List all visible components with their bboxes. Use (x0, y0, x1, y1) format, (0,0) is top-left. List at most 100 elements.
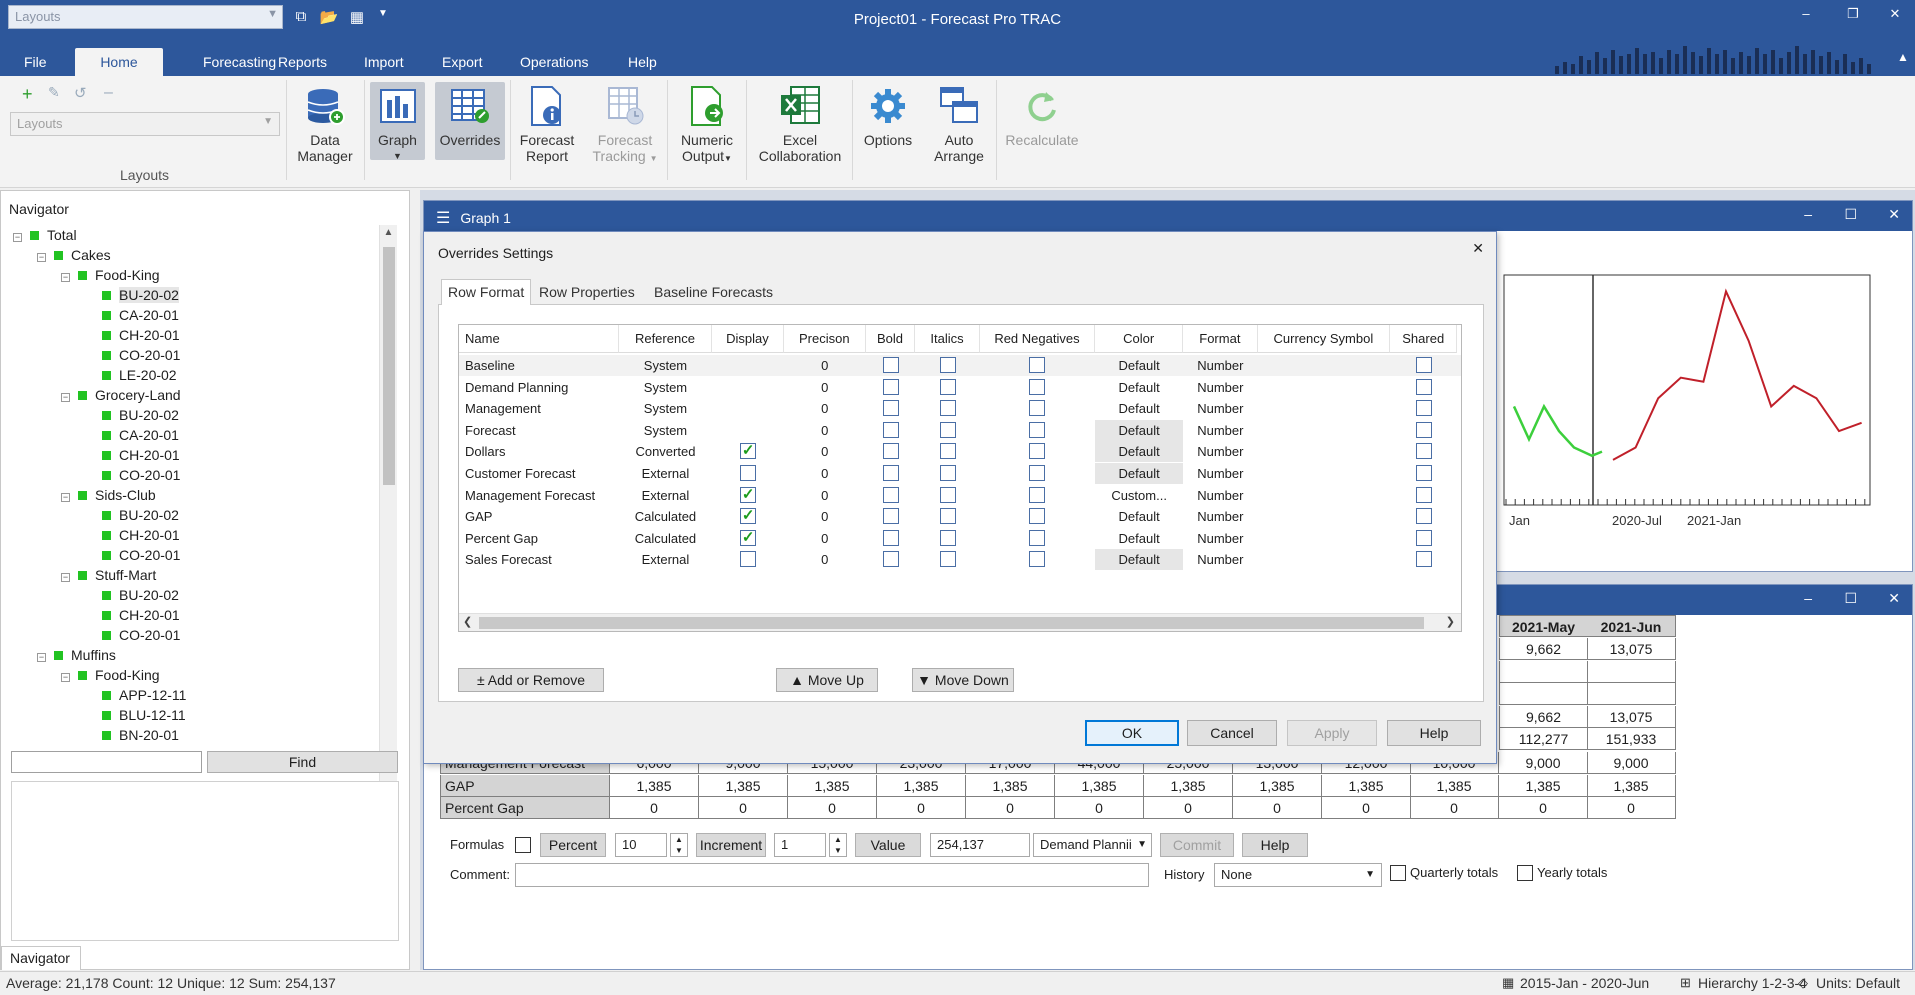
excel-collaboration-button[interactable]: Excel Collaboration (750, 82, 850, 164)
tab-import[interactable]: Import (354, 48, 414, 76)
italics-checkbox[interactable] (939, 508, 956, 525)
grid-row[interactable]: Baseline System 0 Default Number (459, 355, 1461, 376)
grid-row[interactable]: Percent Gap Calculated 0 Default Number (459, 528, 1461, 549)
close-icon[interactable]: ✕ (1888, 590, 1900, 607)
row-dropdown[interactable]: Demand Plannii ▼ (1033, 833, 1152, 857)
tree-node[interactable]: LE-20-02 (85, 365, 177, 385)
red-negatives-checkbox[interactable] (1029, 508, 1046, 525)
shared-checkbox[interactable] (1415, 421, 1432, 438)
recalculate-button[interactable]: Recalculate (1000, 82, 1084, 148)
collapse-icon[interactable]: − (61, 393, 70, 402)
display-checkbox[interactable] (739, 441, 756, 460)
grid-header-display[interactable]: Display (711, 325, 784, 353)
find-button[interactable]: Find (207, 751, 398, 773)
italics-checkbox[interactable] (939, 443, 956, 460)
italics-checkbox[interactable] (939, 529, 956, 546)
tree-node[interactable]: BU-20-02 (85, 505, 179, 525)
shared-checkbox[interactable] (1415, 508, 1432, 525)
bold-checkbox[interactable] (882, 357, 899, 373)
red-negatives-checkbox[interactable] (1029, 357, 1046, 373)
bold-checkbox[interactable] (882, 551, 899, 568)
grid-hscrollbar[interactable]: ❮ ❯ (459, 613, 1461, 631)
bold-checkbox[interactable] (882, 443, 899, 460)
numeric-output-button[interactable]: Numeric Output▼ (672, 82, 742, 167)
bold-checkbox[interactable] (882, 508, 899, 525)
tree-node[interactable]: BU-20-02 (85, 405, 179, 425)
spin-up-icon[interactable]: ▲ (671, 834, 687, 845)
display-checkbox[interactable] (739, 485, 756, 503)
value-input[interactable]: 254,137 (930, 833, 1030, 857)
shared-checkbox[interactable] (1415, 400, 1432, 417)
grid-row[interactable]: Customer Forecast External 0 Default Number (459, 463, 1461, 484)
collapse-ribbon-icon[interactable]: ▲ (1897, 50, 1909, 64)
increment-spinner[interactable]: ▲ ▼ (829, 833, 847, 857)
collapse-icon[interactable]: − (61, 273, 70, 282)
red-negatives-checkbox[interactable] (1029, 421, 1046, 438)
grid-header-precision[interactable]: Precison (783, 325, 866, 353)
add-layout-icon[interactable]: + (22, 84, 33, 105)
grid-header-currency-symbol[interactable]: Currency Symbol (1257, 325, 1391, 353)
italics-checkbox[interactable] (939, 400, 956, 417)
commit-button[interactable]: Commit (1160, 833, 1234, 857)
tab-file[interactable]: File (14, 48, 57, 76)
grid-header-name[interactable]: Name (459, 325, 619, 353)
tree-node[interactable]: CH-20-01 (85, 525, 180, 545)
close-icon[interactable]: ✕ (1888, 206, 1900, 223)
options-button[interactable]: Options (856, 82, 920, 148)
grid-row[interactable]: Management Forecast External 0 Custom... Num… (459, 485, 1461, 506)
red-negatives-checkbox[interactable] (1029, 551, 1046, 568)
edit-layout-icon[interactable]: ✎ (48, 84, 60, 101)
tab-reports[interactable]: Reports (268, 48, 337, 76)
scrollbar-thumb[interactable] (383, 247, 395, 485)
shared-checkbox[interactable] (1415, 357, 1432, 373)
collapse-icon[interactable]: − (61, 673, 70, 682)
percent-spinner[interactable]: ▲ ▼ (670, 833, 688, 857)
red-negatives-checkbox[interactable] (1029, 465, 1046, 481)
spin-down-icon[interactable]: ▼ (830, 845, 846, 856)
italics-checkbox[interactable] (939, 465, 956, 481)
minimize-icon[interactable]: – (1791, 6, 1821, 26)
red-negatives-checkbox[interactable] (1029, 486, 1046, 503)
tree-node[interactable]: APP-12-11 (85, 685, 186, 705)
red-negatives-checkbox[interactable] (1029, 378, 1046, 395)
ok-button[interactable]: OK (1085, 720, 1179, 746)
grid-row[interactable]: Demand Planning System 0 Default Number (459, 377, 1461, 398)
tree-node[interactable]: − Food-King (61, 665, 160, 685)
tab-baseline-forecasts[interactable]: Baseline Forecasts (648, 280, 779, 304)
shared-checkbox[interactable] (1415, 443, 1432, 460)
hamburger-menu-icon[interactable]: ☰ (436, 210, 450, 227)
display-checkbox[interactable] (739, 506, 756, 525)
collapse-icon[interactable]: − (37, 653, 46, 662)
tree-node[interactable]: CH-20-01 (85, 605, 180, 625)
tree-node[interactable]: CO-20-01 (85, 545, 180, 565)
minimize-icon[interactable]: – (1804, 206, 1812, 222)
tree-node[interactable]: − Food-King (61, 265, 160, 285)
grid-header-red-negatives[interactable]: Red Negatives (979, 325, 1096, 353)
tree-node[interactable]: − Total (13, 225, 77, 245)
red-negatives-checkbox[interactable] (1029, 443, 1046, 460)
refresh-layout-icon[interactable]: ↺ (74, 84, 87, 102)
bold-checkbox[interactable] (882, 486, 899, 503)
shared-checkbox[interactable] (1415, 465, 1432, 481)
bold-checkbox[interactable] (882, 378, 899, 395)
grid-header-reference[interactable]: Reference (618, 325, 712, 353)
tree-node[interactable]: CA-20-01 (85, 305, 179, 325)
quarterly-totals-checkbox[interactable] (1390, 865, 1406, 881)
bold-checkbox[interactable] (882, 400, 899, 417)
remove-layout-icon[interactable]: – (104, 84, 113, 102)
history-dropdown[interactable]: None ▼ (1214, 863, 1382, 887)
italics-checkbox[interactable] (939, 486, 956, 503)
edit-help-button[interactable]: Help (1242, 833, 1308, 857)
grid-header-italics[interactable]: Italics (915, 325, 980, 353)
tab-operations[interactable]: Operations (510, 48, 598, 76)
increment-input[interactable]: 1 (774, 833, 826, 857)
tree-node[interactable]: CO-20-01 (85, 345, 180, 365)
grid-header-color[interactable]: Color (1095, 325, 1184, 353)
red-negatives-checkbox[interactable] (1029, 400, 1046, 417)
tree-node[interactable]: CO-20-01 (85, 625, 180, 645)
grid-header-shared[interactable]: Shared (1390, 325, 1458, 353)
scroll-left-icon[interactable]: ❮ (463, 615, 472, 628)
italics-checkbox[interactable] (939, 357, 956, 373)
add-or-remove-button[interactable]: ± Add or Remove (458, 668, 604, 692)
tab-help[interactable]: Help (618, 48, 667, 76)
